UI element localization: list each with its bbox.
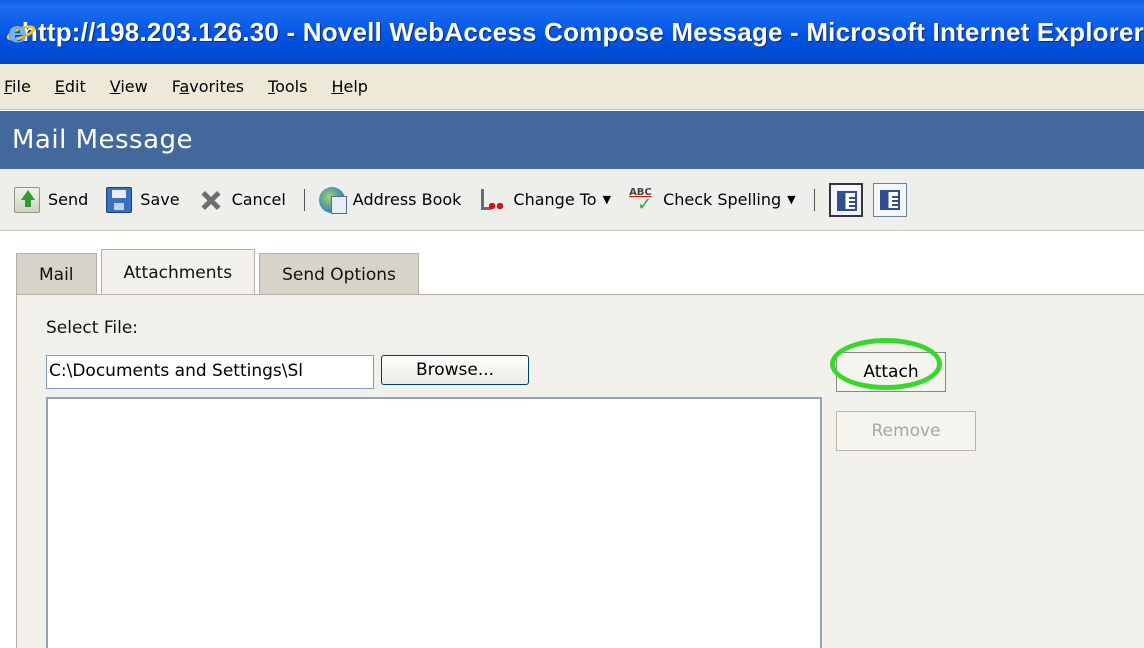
menu-view[interactable]: View [110, 77, 148, 96]
cancel-icon [198, 187, 224, 213]
remove-button[interactable]: Remove [836, 411, 976, 451]
menu-bar: File Edit View Favorites Tools Help [0, 64, 1144, 110]
ie-icon: e [4, 15, 38, 50]
menu-file[interactable]: File [4, 77, 31, 96]
page-title: Mail Message [12, 125, 194, 155]
save-label: Save [140, 190, 180, 209]
change-to-icon [479, 187, 505, 213]
layout-pane-icon [879, 189, 900, 210]
tab-attachments[interactable]: Attachments [100, 249, 256, 295]
check-spelling-button[interactable]: ABC ✓ Check Spelling ▼ [629, 186, 796, 215]
compose-toolbar: Send Save Cancel Address Book Change To … [0, 169, 1144, 231]
chevron-down-icon: ▼ [602, 193, 612, 206]
compose-tabs: Mail Attachments Send Options [16, 249, 423, 295]
menu-edit[interactable]: Edit [55, 77, 86, 96]
tab-mail[interactable]: Mail [16, 253, 97, 295]
cancel-label: Cancel [231, 190, 286, 209]
menu-tools[interactable]: Tools [268, 77, 307, 96]
toolbar-separator [813, 188, 815, 211]
app-header: Mail Message [0, 111, 1144, 169]
select-file-label: Select File: [46, 318, 139, 338]
spell-check-icon: ABC ✓ [629, 186, 653, 215]
browse-button[interactable]: Browse... [381, 355, 529, 385]
send-label: Send [48, 190, 89, 209]
send-button[interactable]: Send [14, 186, 89, 213]
attach-button[interactable]: Attach [836, 352, 946, 392]
window-title: http://198.203.126.30 - Novell WebAccess… [21, 16, 1144, 47]
toolbar-separator [303, 188, 305, 211]
address-book-button[interactable]: Address Book [318, 186, 462, 214]
window-title-bar: e http://198.203.126.30 - Novell WebAcce… [0, 0, 1144, 64]
change-to-button[interactable]: Change To ▼ [479, 187, 611, 213]
menu-favorites[interactable]: Favorites [172, 77, 244, 96]
save-icon [106, 186, 133, 213]
menu-help[interactable]: Help [331, 77, 367, 96]
address-book-label: Address Book [352, 190, 462, 209]
change-to-label: Change To [513, 190, 597, 209]
tab-send-options[interactable]: Send Options [259, 253, 419, 295]
address-book-icon [318, 186, 347, 214]
chevron-down-icon: ▼ [787, 193, 796, 206]
layout-pane-icon [836, 190, 857, 211]
check-spelling-label: Check Spelling [663, 190, 782, 209]
view-layout-alt-button[interactable] [872, 182, 907, 217]
send-icon [14, 186, 40, 213]
view-layout-button[interactable] [828, 182, 863, 217]
cancel-button[interactable]: Cancel [198, 187, 286, 213]
file-path-input[interactable]: C:\Documents and Settings\Sl [46, 355, 374, 389]
save-button[interactable]: Save [106, 186, 180, 213]
attachment-list[interactable] [46, 397, 822, 648]
